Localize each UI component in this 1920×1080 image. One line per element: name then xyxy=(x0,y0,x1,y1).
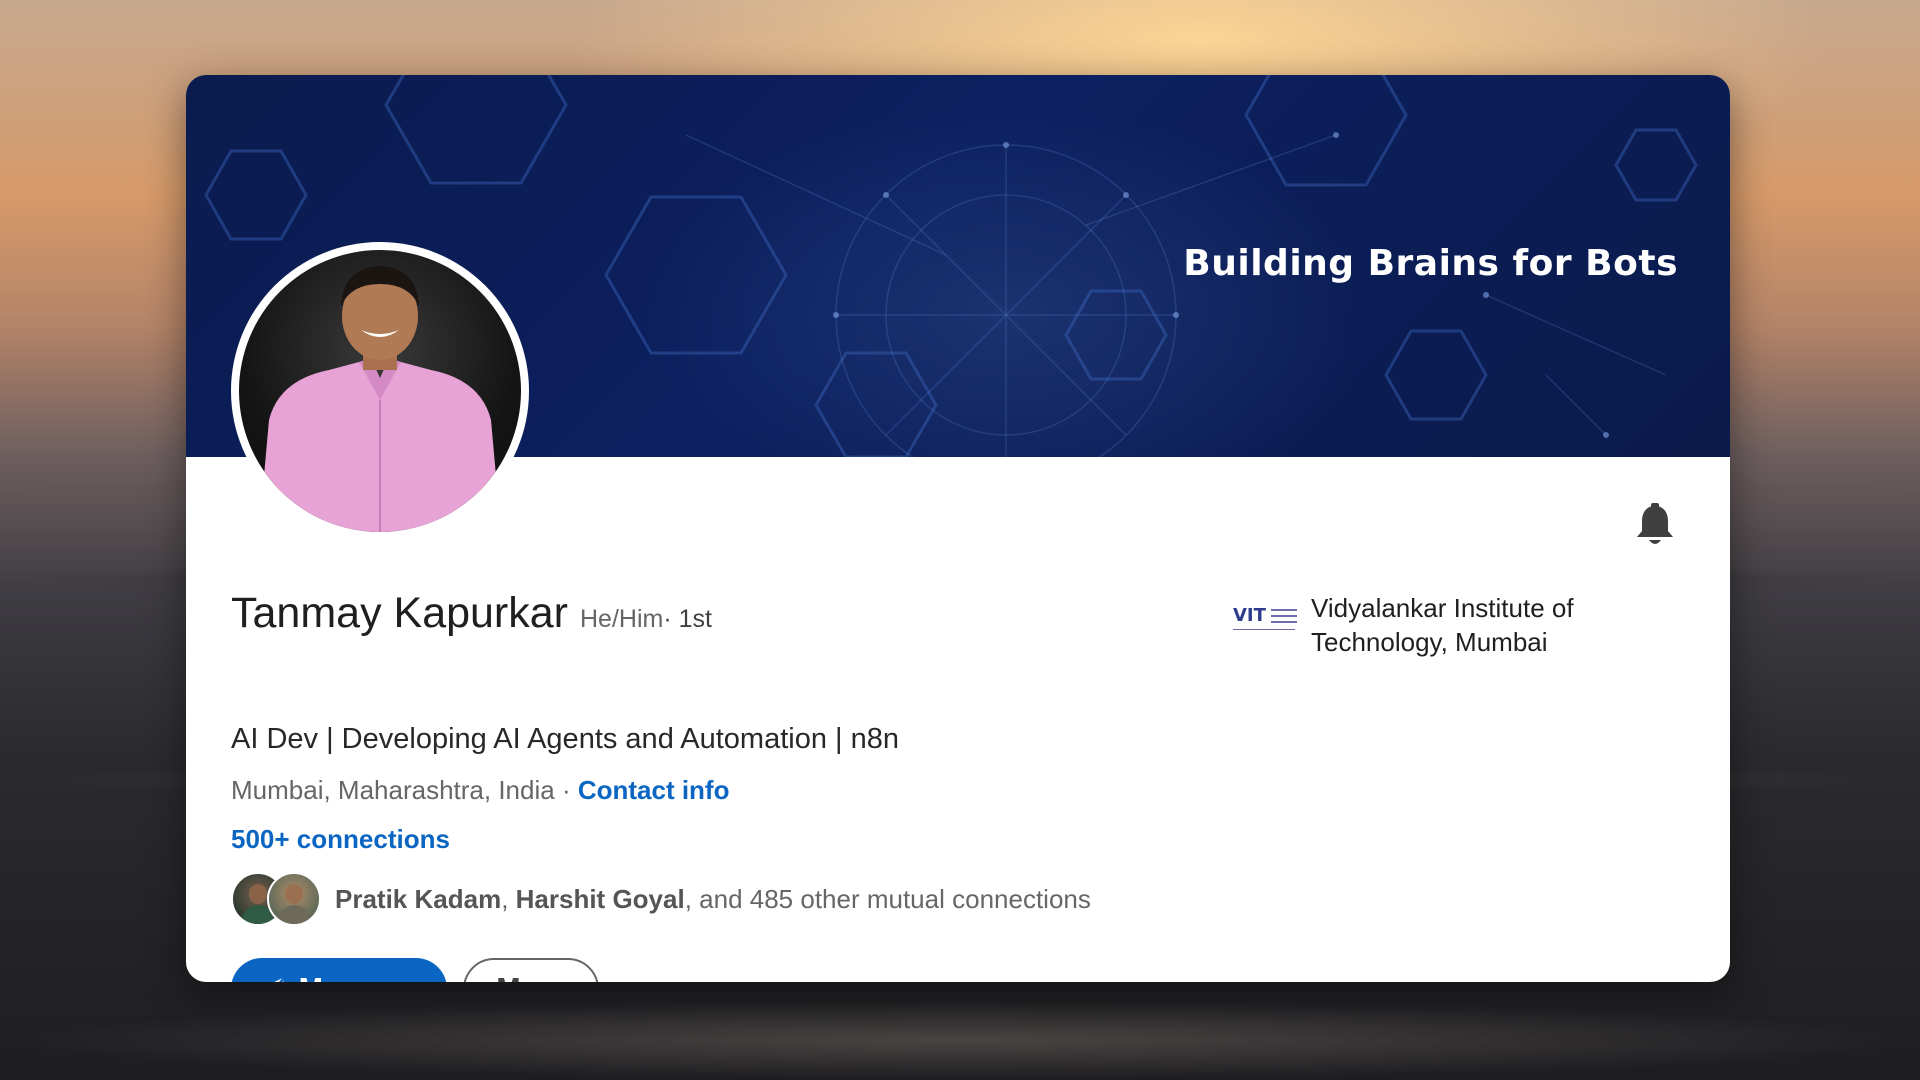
profile-name: Tanmay Kapurkar xyxy=(231,589,568,637)
mutual-connections-text: Pratik Kadam, Harshit Goyal, and 485 oth… xyxy=(335,884,1091,915)
profile-card: Building Brains for Bots Tanmay Kapurkar… xyxy=(186,75,1730,982)
school-name: Vidyalankar Institute of Technology, Mum… xyxy=(1311,593,1574,657)
message-button-label: Message xyxy=(299,973,422,983)
mutual-connections[interactable]: Pratik Kadam, Harshit Goyal, and 485 oth… xyxy=(231,872,1091,926)
connection-degree: · 1st xyxy=(663,605,712,633)
mutual-rest: , and 485 other mutual connections xyxy=(684,883,1091,914)
profile-location: Mumbai, Maharashtra, India xyxy=(231,775,555,805)
mutual-comma: , xyxy=(501,883,516,914)
bell-icon[interactable] xyxy=(1633,503,1677,549)
contact-info-link[interactable]: Contact info xyxy=(578,775,730,805)
school-logo: VIT xyxy=(1233,599,1299,645)
more-button[interactable]: More xyxy=(463,958,599,982)
send-icon xyxy=(273,976,286,982)
profile-headline: AI Dev | Developing AI Agents and Automa… xyxy=(231,723,900,755)
location-row: Mumbai, Maharashtra, India · Contact inf… xyxy=(231,775,729,806)
logo-line xyxy=(1271,615,1297,617)
logo-line xyxy=(1233,629,1295,630)
school-logo-text: VIT xyxy=(1233,605,1266,626)
profile-pronouns: He/Him xyxy=(580,605,664,633)
person-silhouette xyxy=(259,266,501,532)
education-entry[interactable]: VIT Vidyalankar Institute of Technology,… xyxy=(1233,591,1631,659)
mutual-avatar xyxy=(267,872,321,926)
profile-photo xyxy=(239,250,521,532)
more-button-label: More xyxy=(496,973,565,983)
background-wave xyxy=(0,1000,1920,1080)
mutual-person-2: Harshit Goyal xyxy=(515,883,685,914)
name-row: Tanmay Kapurkar He/Him · 1st xyxy=(231,589,712,638)
banner-tagline: Building Brains for Bots xyxy=(1183,243,1678,284)
message-button[interactable]: Message xyxy=(231,958,447,982)
profile-avatar[interactable] xyxy=(231,242,529,540)
connections-link[interactable]: 500+ connections xyxy=(231,824,450,855)
logo-line xyxy=(1271,609,1297,611)
logo-line xyxy=(1271,621,1297,623)
separator: · xyxy=(554,775,578,805)
mutual-person-1: Pratik Kadam xyxy=(335,883,502,914)
